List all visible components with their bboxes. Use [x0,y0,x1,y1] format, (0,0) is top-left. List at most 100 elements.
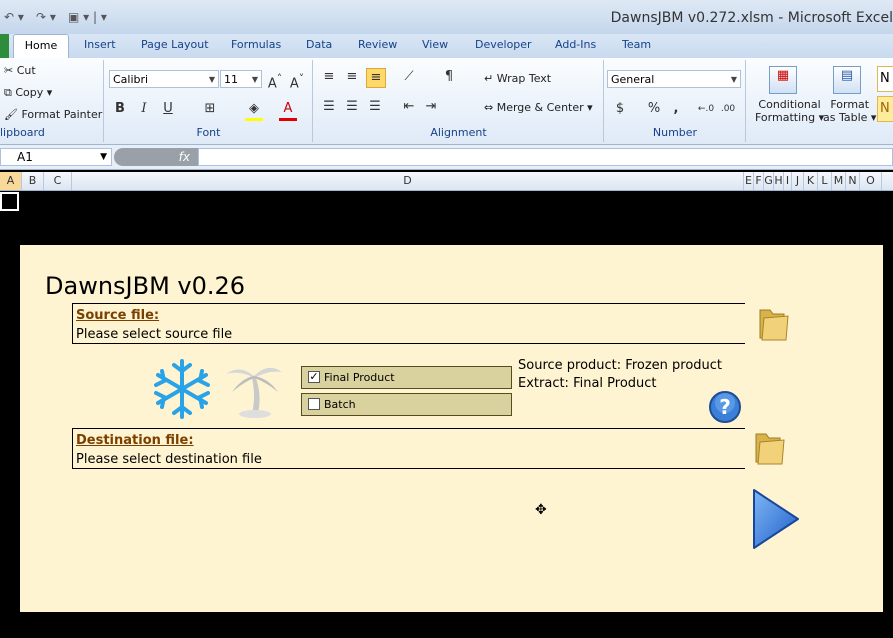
align-middle-icon[interactable]: ≡ [343,68,361,86]
font-name-select[interactable]: Calibri ▼ [109,70,219,88]
brush-icon: 🖌 [4,108,18,121]
snowflake-icon[interactable] [150,357,214,421]
run-button[interactable] [748,486,802,552]
column-header-f[interactable]: F [754,172,764,190]
source-file-box[interactable]: Source file: Please select source file [72,303,745,344]
fill-color-icon[interactable]: ◈ [245,100,263,121]
cell-style-normal[interactable]: N [877,66,893,92]
tab-developer[interactable]: Developer [475,38,532,51]
align-left-icon[interactable]: ☰ [320,98,338,116]
wrap-text-button[interactable]: ↵ Wrap Text [484,72,551,85]
format-table-icon: ▤ [833,66,861,94]
number-label: Number [652,126,698,139]
underline-button[interactable]: U [159,100,177,118]
column-header-m[interactable]: M [832,172,846,190]
name-box[interactable]: A1 ▼ [0,148,112,166]
column-header-o[interactable]: O [860,172,882,190]
scissors-icon: ✂ [4,64,14,77]
borders-icon[interactable]: ⊞ [201,100,219,118]
comma-button[interactable]: , [667,100,685,118]
decrease-decimal-icon[interactable]: .00 [719,100,737,118]
font-group: Calibri ▼ 11 ▼ A˄ A˅ B I U ⊞ ◈ A Font [105,60,313,142]
align-right-icon[interactable]: ☰ [366,98,384,116]
alignment-group: ≡ ≡ ≡ ⟋ ¶ ☰ ☰ ☰ ⇤ ⇥ ↵ Wrap Text ⇔ Merge … [314,60,604,142]
ribbon-tabs: Home Insert Page Layout Formulas Data Re… [0,34,893,59]
column-header-n[interactable]: N [846,172,860,190]
column-header-h[interactable]: H [774,172,784,190]
tab-add-ins[interactable]: Add-Ins [555,38,596,51]
batch-option[interactable]: Batch [301,393,512,416]
increase-decimal-icon[interactable]: ←.0 [697,100,715,118]
italic-button[interactable]: I [135,100,153,118]
format-as-table-button[interactable]: Format as Table ▾ [823,98,876,124]
destination-folder-icon[interactable] [752,430,786,466]
copy-button[interactable]: ⧉ Copy ▾ [4,86,52,100]
extract-text: Extract: Final Product [518,376,657,391]
tab-page-layout[interactable]: Page Layout [141,38,209,51]
font-color-icon[interactable]: A [279,100,297,121]
format-painter-button[interactable]: 🖌 Format Painter [4,108,102,121]
svg-text:?: ? [719,395,731,419]
column-header-g[interactable]: G [764,172,774,190]
formula-input[interactable] [198,148,893,166]
insert-function-button[interactable]: fx [114,148,198,166]
tab-home[interactable]: Home [13,34,69,59]
column-header-b[interactable]: B [22,172,44,190]
active-cell[interactable] [0,192,19,211]
destination-file-label: Destination file: [76,433,194,448]
bold-button[interactable]: B [111,100,129,118]
currency-button[interactable]: $ [611,100,629,118]
conditional-formatting-icon: ▦ [769,66,797,94]
alignment-label: Alignment [430,126,487,139]
decrease-indent-icon[interactable]: ⇤ [400,98,418,116]
batch-label: Batch [324,398,356,411]
increase-indent-icon[interactable]: ⇥ [422,98,440,116]
source-product-text: Source product: Frozen product [518,358,723,373]
tab-data[interactable]: Data [306,38,332,51]
final-product-label: Final Product [324,371,395,384]
column-header-c[interactable]: C [44,172,72,190]
final-product-option[interactable]: ✓ Final Product [301,366,512,389]
final-product-checkbox[interactable]: ✓ [308,371,320,383]
paragraph-icon[interactable]: ¶ [440,68,458,86]
merge-center-button[interactable]: ⇔ Merge & Center ▾ [484,101,593,114]
column-header-k[interactable]: K [804,172,818,190]
column-header-j[interactable]: J [792,172,804,190]
batch-checkbox[interactable] [308,398,320,410]
number-format-select[interactable]: General ▼ [607,70,741,88]
styles-group: ▦ Conditional Formatting ▾ ▤ Format as Tab… [747,60,893,142]
orientation-icon[interactable]: ⟋ [400,68,418,86]
title-bar: ↶ ▾ ↷ ▾ ▣ ▾ | ▾ DawnsJBM v0.272.xlsm - M… [0,0,893,35]
conditional-formatting-button[interactable]: Conditional Formatting ▾ [755,98,824,124]
font-size-select[interactable]: 11 ▼ [220,70,262,88]
column-header-a[interactable]: A [0,172,22,190]
tab-view[interactable]: View [422,38,448,51]
align-bottom-icon[interactable]: ≡ [366,68,386,88]
align-center-icon[interactable]: ☰ [343,98,361,116]
file-button[interactable] [0,34,9,58]
grow-font-icon[interactable]: A˄ [266,70,284,91]
source-file-value: Please select source file [76,327,233,342]
palm-tree-icon[interactable] [222,356,286,420]
source-folder-icon[interactable] [756,306,790,342]
column-header-i[interactable]: I [784,172,792,190]
shrink-font-icon[interactable]: A˅ [288,70,306,91]
tab-team[interactable]: Team [622,38,651,51]
destination-file-box[interactable]: Destination file: Please select destinat… [72,428,745,469]
tab-formulas[interactable]: Formulas [231,38,281,51]
quick-access-icon[interactable]: ▣ ▾ | ▾ [68,10,107,24]
column-header-e[interactable]: E [744,172,754,190]
cell-style-neutral[interactable]: N [877,96,893,122]
redo-icon[interactable]: ↷ ▾ [36,10,56,24]
column-header-l[interactable]: L [818,172,832,190]
tab-review[interactable]: Review [358,38,397,51]
help-icon[interactable]: ? [708,390,742,424]
percent-button[interactable]: % [645,100,663,118]
cut-button[interactable]: ✂ Cut [4,64,36,77]
column-header-d[interactable]: D [72,172,744,190]
undo-icon[interactable]: ↶ ▾ [4,10,24,24]
destination-file-value: Please select destination file [76,452,262,467]
copy-icon: ⧉ [4,86,12,99]
align-top-icon[interactable]: ≡ [320,68,338,86]
tab-insert[interactable]: Insert [84,38,116,51]
